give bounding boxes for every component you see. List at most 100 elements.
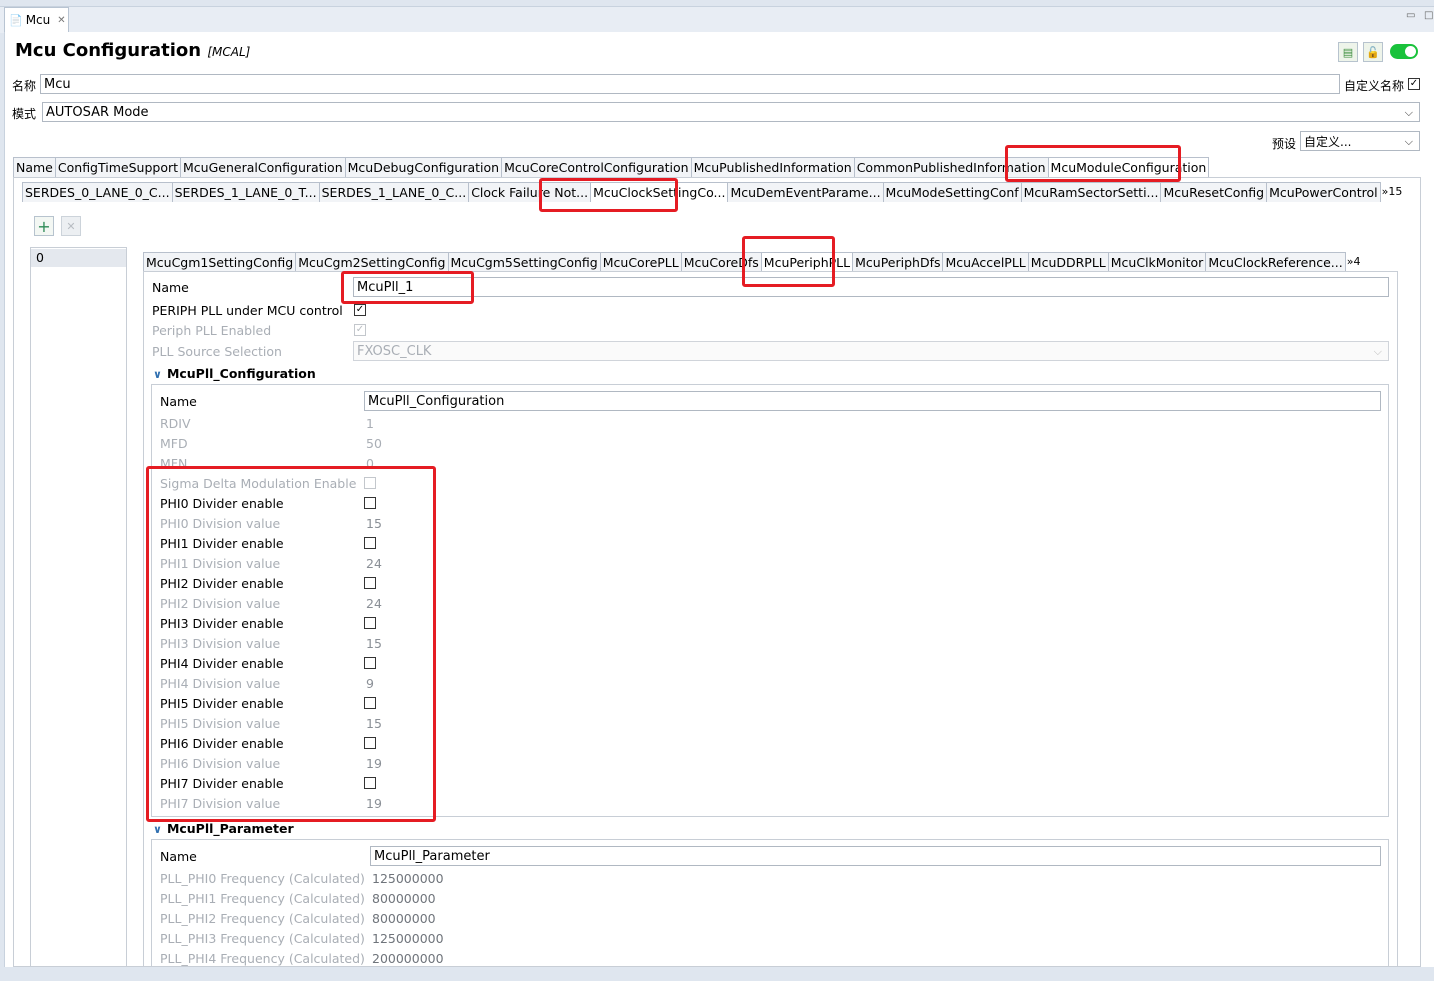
tab-clk-monitor[interactable]: McuClkMonitor (1107, 252, 1207, 272)
more-clock-tabs-button[interactable]: »4 (1345, 252, 1363, 272)
phi4-frequency-value: 200000000 (372, 951, 444, 966)
tab-clock-setting-config[interactable]: McuClockSettingCo... (590, 182, 729, 202)
phi2-enable-checkbox[interactable] (364, 577, 376, 589)
config-name-field[interactable]: McuPll_Configuration (364, 391, 1381, 411)
pll-name-label: Name (152, 280, 189, 295)
page-title-text: Mcu Configuration (15, 40, 202, 61)
phi5-enable-checkbox[interactable] (364, 697, 376, 709)
phi2-frequency-value: 80000000 (372, 911, 436, 926)
more-tabs-button[interactable]: »15 (1380, 182, 1405, 202)
tab-name[interactable]: Name (13, 157, 56, 177)
tab-serdes-1-lane-0-t[interactable]: SERDES_1_LANE_0_T... (171, 182, 320, 202)
pll-name-field[interactable]: McuPll_1 (353, 277, 1389, 297)
list-item[interactable]: 0 (31, 249, 126, 267)
phi7-enable-label: PHI7 Divider enable (160, 776, 284, 791)
status-bar (0, 967, 1434, 981)
phi7-enable-checkbox[interactable] (364, 777, 376, 789)
custom-name-label: 自定义名称 (1344, 79, 1405, 93)
tab-dem-event-parameter[interactable]: McuDemEventParame... (727, 182, 884, 202)
tab-clock-failure-notification[interactable]: Clock Failure Not... (468, 182, 592, 202)
pll-configuration-section-label: McuPll_Configuration (166, 366, 316, 381)
custom-name-checkbox[interactable]: ✓ (1408, 78, 1420, 90)
tab-ram-sector-setting[interactable]: McuRamSectorSetti... (1020, 182, 1162, 202)
phi5-value: 15 (366, 716, 382, 731)
add-button[interactable]: + (34, 216, 54, 236)
phi4-value: 9 (366, 676, 374, 691)
file-icon: 📄 (9, 13, 23, 27)
editor-tab-bar (0, 6, 1434, 33)
tab-core-dfs[interactable]: McuCoreDfs (680, 252, 762, 272)
tab-mode-setting-conf[interactable]: McuModeSettingConf (882, 182, 1022, 202)
mode-select[interactable]: AUTOSAR Mode ⌵ (42, 102, 1420, 122)
phi6-value-label: PHI6 Division value (160, 756, 281, 771)
rdiv-value: 1 (366, 416, 374, 431)
phi0-enable-checkbox[interactable] (364, 497, 376, 509)
phi1-value: 24 (366, 556, 382, 571)
phi4-frequency-label: PLL_PHI4 Frequency (Calculated) (160, 951, 365, 966)
tab-core-control-configuration[interactable]: McuCoreControlConfiguration (501, 157, 692, 177)
phi5-enable-label: PHI5 Divider enable (160, 696, 284, 711)
name-field[interactable]: Mcu (40, 74, 1340, 94)
tab-ddr-pll[interactable]: McuDDRPLL (1027, 252, 1109, 272)
phi0-value: 15 (366, 516, 382, 531)
phi7-value: 19 (366, 796, 382, 811)
under-mcu-label: PERIPH PLL under MCU control (152, 303, 343, 318)
tab-reset-config[interactable]: McuResetConfig (1160, 182, 1268, 202)
tab-periph-dfs[interactable]: McuPeriphDfs (852, 252, 944, 272)
document-icon[interactable]: ▤ (1338, 42, 1358, 62)
pll-source-value: FXOSC_CLK (357, 343, 432, 359)
phi2-value-label: PHI2 Division value (160, 596, 281, 611)
phi3-frequency-value: 125000000 (372, 931, 444, 946)
phi1-enable-checkbox[interactable] (364, 537, 376, 549)
delete-icon: ✕ (66, 219, 76, 233)
phi3-frequency-label: PLL_PHI3 Frequency (Calculated) (160, 931, 365, 946)
editor-tab-label: Mcu (25, 13, 51, 27)
lock-icon[interactable]: 🔓 (1363, 42, 1383, 62)
mfn-label: MFN (160, 456, 188, 468)
name-label: 名称 (12, 79, 37, 93)
tab-debug-configuration[interactable]: McuDebugConfiguration (344, 157, 503, 177)
tab-config-time-support[interactable]: ConfigTimeSupport (54, 157, 182, 177)
editor-tab-mcu[interactable]: 📄 Mcu ✕ (4, 7, 69, 32)
toggle-switch[interactable] (1390, 44, 1418, 59)
maximize-icon[interactable]: □ (1424, 10, 1433, 21)
sigma-delta-checkbox (364, 477, 376, 489)
phi4-enable-checkbox[interactable] (364, 657, 376, 669)
tab-core-pll[interactable]: McuCorePLL (599, 252, 682, 272)
pll-configuration-section-header[interactable]: ∨ McuPll_Configuration (153, 366, 316, 381)
tab-cgm5-setting-config[interactable]: McuCgm5SettingConfig (447, 252, 601, 272)
close-icon[interactable]: ✕ (57, 15, 65, 26)
pll-configuration-panel (151, 384, 1389, 817)
main-tabs: Name ConfigTimeSupport McuGeneralConfigu… (13, 157, 1210, 177)
pll-parameter-section-header[interactable]: ∨ McuPll_Parameter (153, 821, 294, 836)
instance-list (30, 247, 127, 967)
tab-serdes-1-lane-0-c[interactable]: SERDES_1_LANE_0_C... (318, 182, 470, 202)
tab-cgm1-setting-config[interactable]: McuCgm1SettingConfig (143, 252, 297, 272)
phi2-frequency-label: PLL_PHI2 Frequency (Calculated) (160, 911, 365, 926)
tab-general-configuration[interactable]: McuGeneralConfiguration (180, 157, 346, 177)
tab-periph-pll[interactable]: McuPeriphPLL (760, 252, 854, 272)
tab-cgm2-setting-config[interactable]: McuCgm2SettingConfig (295, 252, 449, 272)
param-name-field[interactable]: McuPll_Parameter (370, 846, 1381, 866)
tab-serdes-0-lane-0-c[interactable]: SERDES_0_LANE_0_C... (22, 182, 173, 202)
under-mcu-checkbox[interactable]: ✓ (354, 304, 366, 316)
phi1-frequency-label: PLL_PHI1 Frequency (Calculated) (160, 891, 365, 906)
phi1-frequency-value: 80000000 (372, 891, 436, 906)
tab-power-control[interactable]: McuPowerControl (1266, 182, 1381, 202)
tab-accel-pll[interactable]: McuAccelPLL (942, 252, 1029, 272)
phi6-enable-checkbox[interactable] (364, 737, 376, 749)
preset-label: 预设 (1272, 137, 1297, 151)
phi3-enable-checkbox[interactable] (364, 617, 376, 629)
tab-clock-reference[interactable]: McuClockReference... (1205, 252, 1346, 272)
tab-published-information[interactable]: McuPublishedInformation (690, 157, 855, 177)
tab-module-configuration[interactable]: McuModuleConfiguration (1047, 157, 1210, 177)
minimize-icon[interactable]: ▭ (1406, 10, 1415, 21)
remove-button[interactable]: ✕ (61, 216, 81, 236)
phi3-enable-label: PHI3 Divider enable (160, 616, 284, 631)
tab-common-published-information[interactable]: CommonPublishedInformation (853, 157, 1049, 177)
config-name-value: McuPll_Configuration (368, 393, 505, 409)
page-title: Mcu Configuration [MCAL] (15, 40, 250, 61)
page-subtitle: [MCAL] (207, 45, 251, 59)
phi0-frequency-value: 125000000 (372, 871, 444, 886)
preset-select[interactable]: 自定义... ⌵ (1300, 131, 1420, 151)
